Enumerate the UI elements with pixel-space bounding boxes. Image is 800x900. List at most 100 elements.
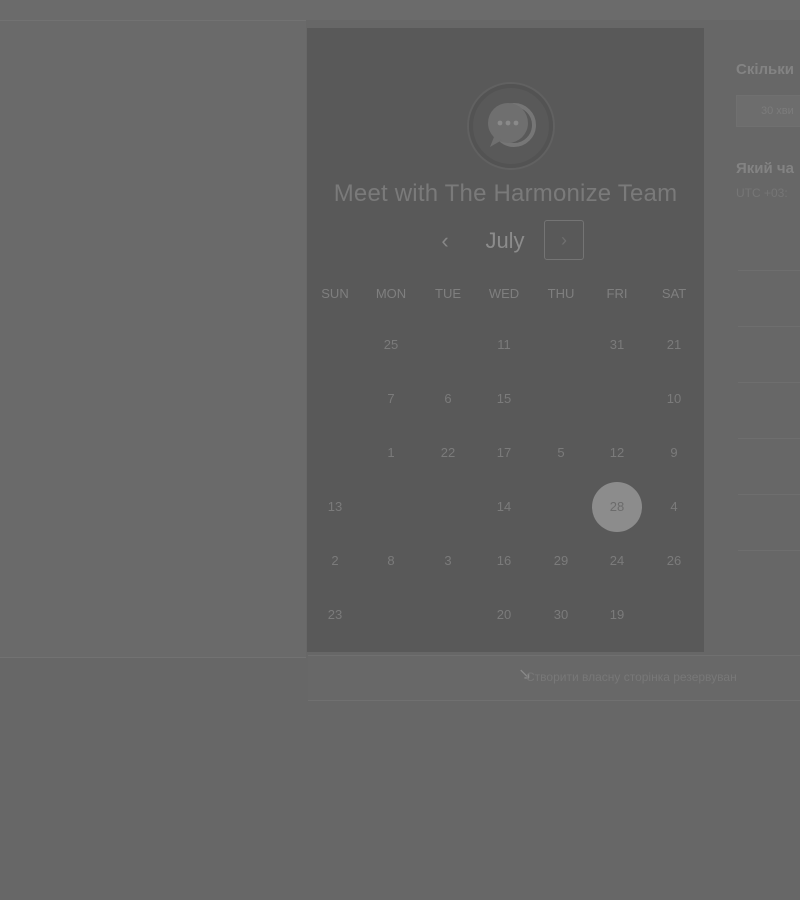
calendar-day[interactable]: 31 (589, 318, 645, 372)
calendar-day[interactable]: 11 (476, 318, 532, 372)
calendar-day (307, 426, 363, 480)
calendar-day-label: 12 (609, 445, 625, 460)
logo-icon (469, 84, 553, 168)
calendar-day-selected[interactable]: 28 (589, 480, 645, 534)
calendar-day[interactable]: 12 (589, 426, 645, 480)
calendar-day-label: 4 (670, 499, 678, 514)
weekday-mon: MON (375, 286, 407, 301)
calendar-day-label: 13 (327, 499, 343, 514)
calendar-day[interactable]: 30 (533, 588, 589, 642)
weekday-sun: SUN (321, 286, 349, 301)
weekday-thu: THU (547, 286, 575, 301)
weekday-sat: SAT (661, 286, 687, 301)
calendar-day-label: 9 (670, 445, 678, 460)
create-booking-page-link[interactable]: Створити власну сторінка резервуван (526, 670, 737, 684)
calendar-day[interactable]: 9 (646, 426, 702, 480)
calendar-day-label: 6 (444, 391, 452, 406)
time-slot[interactable] (738, 280, 800, 327)
calendar-day (589, 372, 645, 426)
time-slot[interactable] (738, 224, 800, 271)
calendar-day[interactable]: 23 (307, 588, 363, 642)
weekday-wed: WED (488, 286, 520, 301)
calendar-day-label: 2 (331, 553, 339, 568)
calendar-day-label: 11 (497, 337, 511, 352)
month-label: July (485, 228, 525, 253)
calendar-day[interactable]: 25 (363, 318, 419, 372)
calendar-day[interactable]: 14 (476, 480, 532, 534)
calendar-day[interactable]: 3 (420, 534, 476, 588)
calendar-day[interactable]: 6 (420, 372, 476, 426)
calendar-day[interactable]: 29 (533, 534, 589, 588)
duration-select[interactable]: 30 хви (736, 95, 800, 127)
calendar-day (420, 480, 476, 534)
calendar-day-label: 5 (557, 445, 565, 460)
calendar-day[interactable]: 17 (476, 426, 532, 480)
time-slot[interactable] (738, 336, 800, 383)
calendar-day (533, 372, 589, 426)
calendar-day[interactable]: 22 (420, 426, 476, 480)
footer-bar: ↘ Створити власну сторінка резервуван (308, 655, 800, 701)
month-navigation: ‹ July › (307, 220, 704, 262)
top-bar (0, 0, 800, 20)
page-title: Meet with The Harmonize Team (333, 180, 678, 207)
calendar-day[interactable]: 19 (589, 588, 645, 642)
time-question: Який ча (736, 160, 794, 177)
calendar-day-label: 24 (609, 553, 625, 568)
day-grid: 25 11 31 21 7 6 15 10 1 22 17 5 12 9 13 14 28 4 2 8 3 16 29 24 2… (307, 318, 704, 648)
calendar-day-label: 22 (440, 445, 456, 460)
calendar-day-label: 23 (327, 607, 343, 622)
calendar-day[interactable]: 20 (476, 588, 532, 642)
calendar-day-label: 16 (496, 553, 512, 568)
calendar-day[interactable]: 13 (307, 480, 363, 534)
calendar-day[interactable]: 5 (533, 426, 589, 480)
calendar-day[interactable]: 8 (363, 534, 419, 588)
calendar-day (420, 318, 476, 372)
calendar-day[interactable]: 16 (476, 534, 532, 588)
calendar-day (307, 372, 363, 426)
calendar-day[interactable]: 7 (363, 372, 419, 426)
calendar-day-label: 30 (553, 607, 569, 622)
duration-question: Скільки (736, 61, 794, 78)
left-panel (0, 20, 306, 658)
calendar-day-label: 17 (496, 445, 512, 460)
calendar-day-label: 8 (387, 553, 395, 568)
calendar-day (646, 588, 702, 642)
calendar-day[interactable]: 21 (646, 318, 702, 372)
weekday-fri: FRI (606, 286, 628, 301)
calendar-day (533, 318, 589, 372)
calendar-day-label: 29 (553, 553, 569, 568)
calendar-day-label: 1 (387, 445, 395, 460)
calendar-day[interactable]: 24 (589, 534, 645, 588)
calendar-day-label: 21 (666, 337, 682, 352)
calendar-day (533, 480, 589, 534)
time-slot[interactable] (738, 504, 800, 551)
calendar-day-label: 3 (444, 553, 452, 568)
prev-month-button[interactable]: ‹ (431, 224, 459, 258)
calendar-day (420, 588, 476, 642)
calendar-day[interactable]: 2 (307, 534, 363, 588)
calendar-day-label: 7 (387, 391, 395, 406)
calendar-panel: Meet with The Harmonize Team ‹ July › SU… (307, 28, 704, 652)
timezone-label[interactable]: UTC +03: (736, 186, 788, 200)
calendar-day-label: 19 (609, 607, 625, 622)
calendar-day-label: 10 (666, 391, 682, 406)
calendar-day (307, 318, 363, 372)
calendar-day[interactable]: 15 (476, 372, 532, 426)
calendar-day[interactable]: 26 (646, 534, 702, 588)
calendar-day (363, 588, 419, 642)
calendar-day-label: 25 (383, 337, 399, 352)
weekday-header: SUN MON TUE WED THU FRI SAT (307, 286, 704, 306)
weekday-tue: TUE (435, 286, 461, 301)
calendar-day-label: 15 (496, 391, 512, 406)
calendar-day[interactable]: 1 (363, 426, 419, 480)
time-slot[interactable] (738, 392, 800, 439)
chat-bubble-icon (488, 103, 536, 147)
time-slot[interactable] (738, 448, 800, 495)
next-month-button[interactable]: › (544, 220, 584, 260)
calendar-day-label: 14 (496, 499, 512, 514)
calendar-day[interactable]: 4 (646, 480, 702, 534)
calendar-day[interactable]: 10 (646, 372, 702, 426)
calendar-day (363, 480, 419, 534)
calendar-day-label: 26 (666, 553, 682, 568)
calendar-day-label: 28 (592, 482, 642, 532)
